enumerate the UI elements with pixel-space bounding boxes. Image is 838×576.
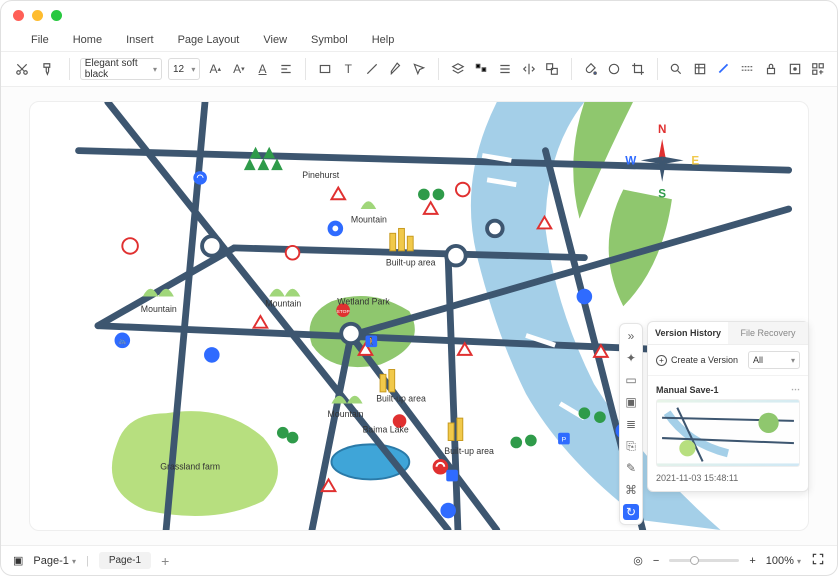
svg-text:Built-up area: Built-up area	[386, 257, 436, 267]
svg-text:Built-up area: Built-up area	[376, 394, 426, 404]
svg-text:S: S	[658, 187, 666, 200]
minimize-window-button[interactable]	[32, 10, 43, 21]
create-version-label: Create a Version	[671, 355, 738, 365]
font-family-select[interactable]: Elegant soft black▾	[80, 58, 162, 80]
svg-text:Built-up area: Built-up area	[444, 446, 494, 456]
svg-text:🚲: 🚲	[118, 338, 127, 345]
crop-button[interactable]	[629, 58, 647, 80]
rectangle-tool[interactable]	[316, 58, 334, 80]
menu-bar: File Home Insert Page Layout View Symbol…	[1, 29, 837, 51]
layers-button[interactable]	[449, 58, 467, 80]
pen-tool[interactable]	[387, 58, 405, 80]
version-history-panel: Version History File Recovery + Create a…	[647, 321, 809, 492]
text-tool[interactable]: T	[339, 58, 357, 80]
shape-style-button[interactable]	[605, 58, 623, 80]
flip-button[interactable]	[520, 58, 538, 80]
comments-panel-icon[interactable]: ✎	[623, 460, 639, 476]
font-family-value: Elegant soft black	[85, 58, 153, 80]
svg-text:🚶: 🚶	[367, 336, 377, 346]
image-panel-icon[interactable]: ▣	[623, 394, 639, 410]
svg-text:Baima Lake: Baima Lake	[363, 425, 409, 435]
svg-text:N: N	[658, 123, 666, 136]
search-button[interactable]	[668, 58, 686, 80]
decrease-font-button[interactable]: A▾	[230, 58, 248, 80]
format-painter-button[interactable]	[37, 58, 59, 80]
focus-button[interactable]	[786, 58, 804, 80]
svg-text:Mountain: Mountain	[141, 304, 177, 314]
font-size-value: 12	[173, 64, 184, 75]
group-button[interactable]	[543, 58, 561, 80]
status-bar: ▣ Page-1 ▾ | Page-1 + ◎ − + 100% ▾	[1, 545, 837, 575]
svg-text:Mountain: Mountain	[328, 409, 364, 419]
line-tool[interactable]	[363, 58, 381, 80]
increase-font-button[interactable]: A▴	[206, 58, 224, 80]
svg-text:Mountain: Mountain	[351, 215, 387, 225]
font-size-select[interactable]: 12▾	[168, 58, 200, 80]
tab-file-recovery[interactable]: File Recovery	[728, 322, 808, 344]
text-style-button[interactable]: A	[254, 58, 272, 80]
more-tools-button[interactable]	[809, 58, 827, 80]
fill-color-button[interactable]	[582, 58, 600, 80]
menu-page-layout[interactable]: Page Layout	[178, 34, 240, 46]
menu-insert[interactable]: Insert	[126, 34, 154, 46]
collapse-panel-button[interactable]: »	[623, 328, 639, 344]
svg-text:P: P	[562, 436, 567, 443]
menu-help[interactable]: Help	[372, 34, 395, 46]
align-button[interactable]	[277, 58, 295, 80]
dash-style-button[interactable]	[738, 58, 756, 80]
maximize-window-button[interactable]	[51, 10, 62, 21]
add-page-button[interactable]: +	[161, 553, 169, 569]
create-version-button[interactable]: + Create a Version	[656, 355, 738, 366]
version-timestamp: 2021-11-03 15:48:11	[656, 473, 800, 483]
menu-view[interactable]: View	[263, 34, 287, 46]
line-style-button[interactable]	[715, 58, 733, 80]
svg-text:Mountain: Mountain	[265, 298, 301, 308]
version-item[interactable]: Manual Save-1 ⋯ 2021-11-03 15:48:11	[648, 376, 808, 491]
version-filter-select[interactable]: All▾	[748, 351, 800, 369]
compass-tool-icon[interactable]: ✦	[623, 350, 639, 366]
menu-symbol[interactable]: Symbol	[311, 34, 348, 46]
layers-panel-icon[interactable]: ≣	[623, 416, 639, 432]
link-panel-icon[interactable]: ⌘	[623, 482, 639, 498]
page-selector[interactable]: Page-1 ▾	[33, 555, 76, 567]
version-name: Manual Save-1	[656, 385, 719, 395]
svg-text:STOP: STOP	[337, 309, 350, 315]
svg-text:Wetland Park: Wetland Park	[337, 296, 390, 306]
close-window-button[interactable]	[13, 10, 24, 21]
toolbar: Elegant soft black▾ 12▾ A▴ A▾ A T	[1, 51, 837, 87]
window-titlebar	[1, 1, 837, 29]
svg-text:E: E	[691, 154, 699, 167]
align-objects-button[interactable]	[472, 58, 490, 80]
cut-button[interactable]	[11, 58, 33, 80]
menu-file[interactable]: File	[31, 34, 49, 46]
history-panel-icon[interactable]: ↻	[623, 504, 639, 520]
page-tab-1[interactable]: Page-1	[99, 552, 151, 569]
version-more-icon[interactable]: ⋯	[791, 384, 800, 395]
side-toolbar: » ✦ ▭ ▣ ≣ ⎘ ✎ ⌘ ↻	[619, 323, 643, 525]
zoom-out-button[interactable]: −	[653, 555, 659, 567]
tab-version-history[interactable]: Version History	[648, 322, 728, 344]
lock-button[interactable]	[762, 58, 780, 80]
presentation-mode-icon[interactable]: ◎	[633, 554, 643, 567]
table-button[interactable]	[691, 58, 709, 80]
menu-home[interactable]: Home	[73, 34, 102, 46]
fullscreen-button[interactable]	[811, 552, 825, 569]
clipboard-panel-icon[interactable]: ⎘	[623, 438, 639, 454]
pointer-tool[interactable]	[410, 58, 428, 80]
svg-text:W: W	[625, 154, 636, 167]
svg-text:Pinehurst: Pinehurst	[302, 170, 340, 180]
zoom-slider[interactable]	[669, 559, 739, 562]
svg-text:Grassland farm: Grassland farm	[160, 462, 220, 472]
version-thumbnail	[656, 399, 800, 467]
page-view-icon[interactable]: ▣	[13, 554, 23, 567]
distribute-button[interactable]	[496, 58, 514, 80]
zoom-level[interactable]: 100% ▾	[766, 555, 801, 567]
shapes-panel-icon[interactable]: ▭	[623, 372, 639, 388]
zoom-in-button[interactable]: +	[749, 555, 755, 567]
